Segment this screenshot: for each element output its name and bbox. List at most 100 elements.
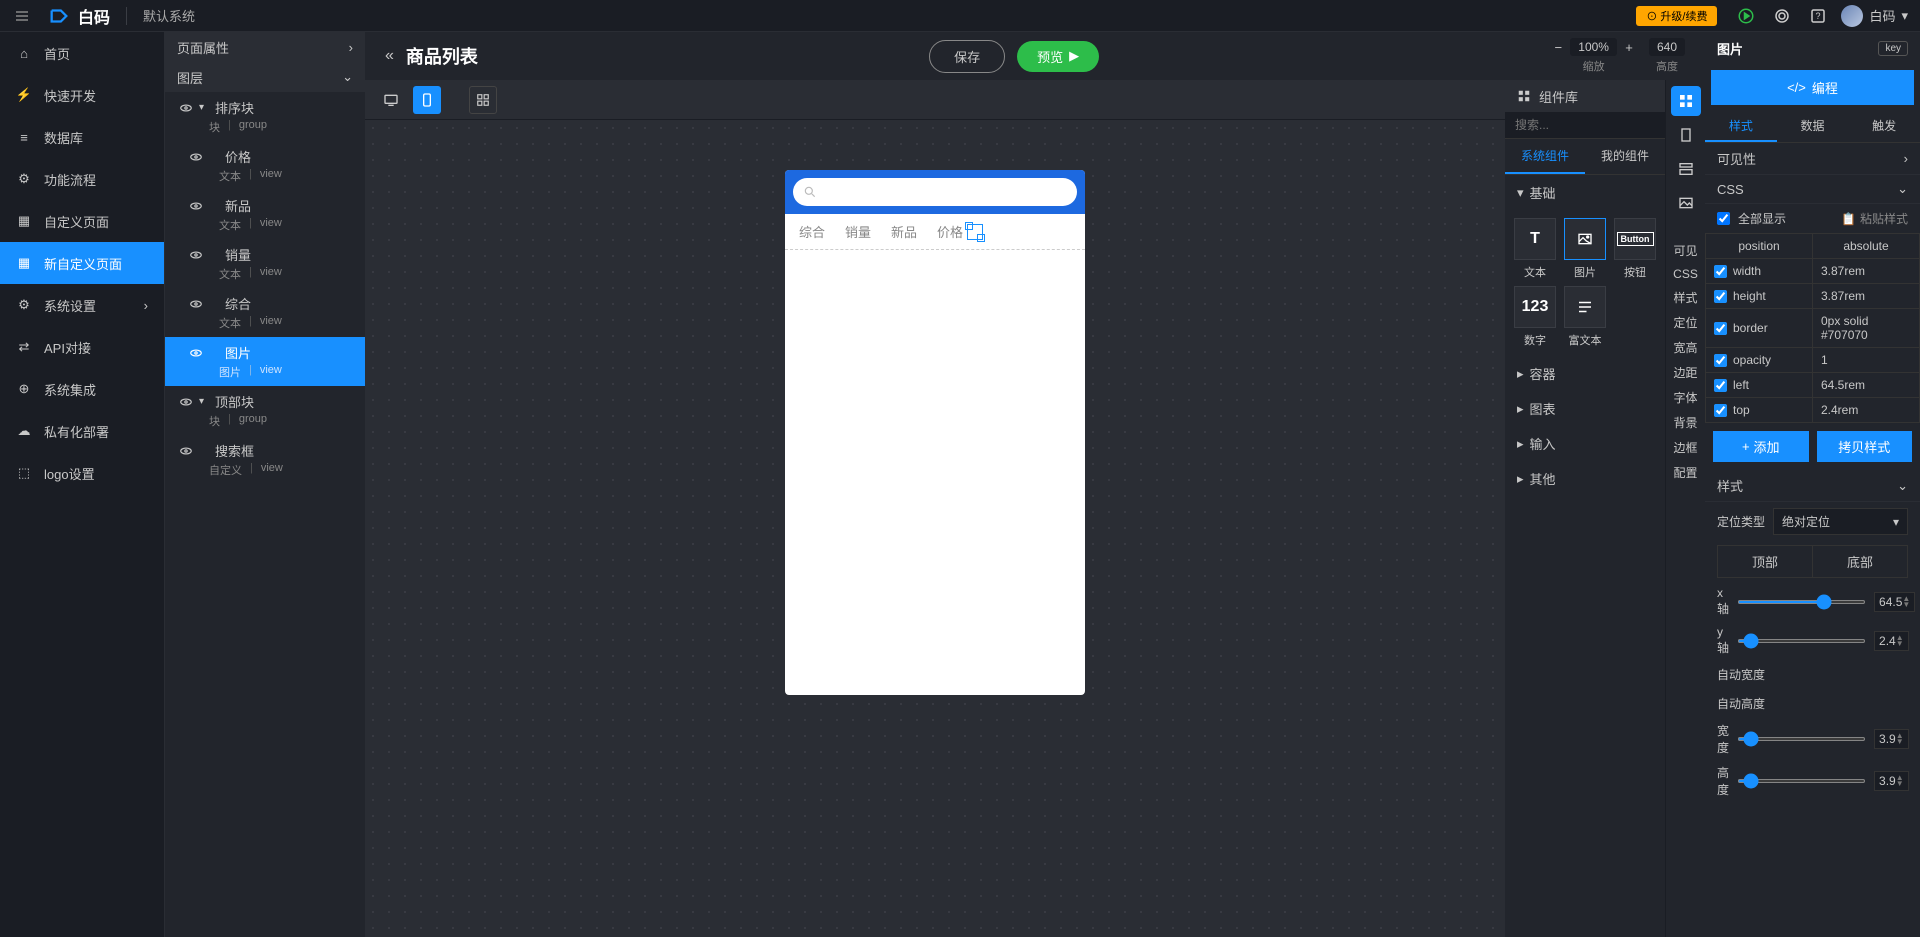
width-value[interactable]: 3.9▲▼ (1874, 729, 1909, 749)
tab-my-components[interactable]: 我的组件 (1585, 139, 1665, 174)
layer-item-4[interactable]: 综合文本|view (165, 288, 365, 337)
anchor-top-button[interactable]: 顶部 (1718, 546, 1813, 577)
save-button[interactable]: 保存 (929, 40, 1005, 73)
preview-button[interactable]: 预览 ▶ (1017, 41, 1099, 72)
rail-配置[interactable]: 配置 (1669, 460, 1703, 485)
eye-icon[interactable] (189, 150, 203, 164)
css-row-border[interactable]: border0px solid #707070 (1706, 309, 1920, 348)
css-checkbox[interactable] (1714, 265, 1727, 278)
nav-item-7[interactable]: ⇄API对接 (0, 326, 164, 368)
mobile-device-button[interactable] (413, 86, 441, 114)
help-icon[interactable]: ? (1805, 3, 1831, 29)
css-checkbox[interactable] (1714, 290, 1727, 303)
component-数字[interactable]: 123数字 (1513, 286, 1557, 348)
section-visibility[interactable]: 可见性 › (1705, 143, 1920, 175)
pos-type-select[interactable]: 绝对定位 ▾ (1773, 508, 1908, 535)
all-show-checkbox[interactable] (1717, 212, 1730, 225)
rail-image-icon[interactable] (1671, 188, 1701, 218)
rail-可见[interactable]: 可见 (1669, 238, 1703, 263)
tab-data[interactable]: 数据 (1777, 111, 1849, 142)
copy-style-button[interactable]: 拷贝样式 (1817, 431, 1913, 462)
nav-item-0[interactable]: ⌂首页 (0, 32, 164, 74)
expand-icon[interactable]: ▾ (199, 396, 209, 407)
page-props-header[interactable]: 页面属性 › (165, 32, 365, 62)
x-axis-slider[interactable] (1737, 600, 1866, 604)
layer-item-6[interactable]: ▾顶部块块|group (165, 386, 365, 435)
nav-item-6[interactable]: ⚙系统设置› (0, 284, 164, 326)
rail-file-icon[interactable] (1671, 120, 1701, 150)
key-badge[interactable]: key (1878, 41, 1908, 56)
rail-宽高[interactable]: 宽高 (1669, 335, 1703, 360)
section-basic[interactable]: ▾ 基础 (1505, 175, 1665, 210)
zoom-value[interactable]: 100% (1570, 38, 1617, 56)
desktop-device-button[interactable] (377, 86, 405, 114)
component-富文本[interactable]: 富文本 (1563, 286, 1607, 348)
layers-header[interactable]: 图层 ⌄ (165, 62, 365, 92)
width-slider[interactable] (1737, 737, 1866, 741)
clock-icon[interactable] (1769, 3, 1795, 29)
height-slider[interactable] (1737, 779, 1866, 783)
section-style[interactable]: 样式 ⌄ (1705, 470, 1920, 502)
auto-height-label[interactable]: 自动高度 (1705, 689, 1920, 718)
nav-item-8[interactable]: ⊕系统集成 (0, 368, 164, 410)
phone-tab-1[interactable]: 综合 (799, 222, 825, 241)
css-checkbox[interactable] (1714, 322, 1727, 335)
component-按钮[interactable]: Button按钮 (1613, 218, 1657, 280)
grid-toggle-button[interactable] (469, 86, 497, 114)
logo[interactable]: 白码 (48, 4, 110, 28)
phone-tab-4[interactable]: 价格 (937, 222, 983, 241)
eye-icon[interactable] (179, 101, 193, 115)
component-图片[interactable]: 图片 (1563, 218, 1607, 280)
eye-icon[interactable] (189, 346, 203, 360)
eye-icon[interactable] (179, 395, 193, 409)
css-row-top[interactable]: top2.4rem (1706, 398, 1920, 423)
rail-grid-icon[interactable] (1671, 86, 1701, 116)
add-css-button[interactable]: +添加 (1713, 431, 1809, 462)
auto-width-label[interactable]: 自动宽度 (1705, 660, 1920, 689)
css-checkbox[interactable] (1714, 404, 1727, 417)
phone-tab-3[interactable]: 新品 (891, 222, 917, 241)
css-checkbox[interactable] (1714, 379, 1727, 392)
rail-边距[interactable]: 边距 (1669, 360, 1703, 385)
user-menu[interactable]: 白码 ▾ (1841, 5, 1908, 27)
nav-item-2[interactable]: ≡数据库 (0, 116, 164, 158)
nav-item-5[interactable]: ▦新自定义页面 (0, 242, 164, 284)
y-axis-value[interactable]: 2.4▲▼ (1874, 631, 1909, 651)
play-icon[interactable] (1733, 3, 1759, 29)
css-row-position[interactable]: positionabsolute (1706, 234, 1920, 259)
section-其他[interactable]: ▸其他 (1505, 461, 1665, 496)
layer-item-0[interactable]: ▾排序块块|group (165, 92, 365, 141)
rail-CSS[interactable]: CSS (1669, 263, 1703, 285)
nav-item-3[interactable]: ⚙功能流程 (0, 158, 164, 200)
tab-style[interactable]: 样式 (1705, 111, 1777, 142)
system-name[interactable]: 默认系统 (143, 6, 195, 25)
layer-item-5[interactable]: 图片图片|view (165, 337, 365, 386)
rail-字体[interactable]: 字体 (1669, 385, 1703, 410)
phone-tab-2[interactable]: 销量 (845, 222, 871, 241)
nav-item-4[interactable]: ▦自定义页面 (0, 200, 164, 242)
phone-frame[interactable]: 综合 销量 新品 价格 (785, 170, 1085, 695)
rail-背景[interactable]: 背景 (1669, 410, 1703, 435)
rail-边框[interactable]: 边框 (1669, 435, 1703, 460)
eye-icon[interactable] (179, 444, 193, 458)
component-文本[interactable]: T文本 (1513, 218, 1557, 280)
section-css[interactable]: CSS ⌄ (1705, 175, 1920, 204)
phone-search-input[interactable] (793, 178, 1077, 206)
css-checkbox[interactable] (1714, 354, 1727, 367)
zoom-out-button[interactable]: − (1550, 40, 1566, 55)
expand-icon[interactable]: ▾ (199, 102, 209, 113)
zoom-in-button[interactable]: + (1621, 40, 1637, 55)
rail-样式[interactable]: 样式 (1669, 285, 1703, 310)
program-button[interactable]: </> 编程 (1711, 70, 1914, 105)
css-row-opacity[interactable]: opacity1 (1706, 348, 1920, 373)
menu-icon[interactable] (12, 6, 32, 26)
layer-item-2[interactable]: 新品文本|view (165, 190, 365, 239)
css-row-height[interactable]: height3.87rem (1706, 284, 1920, 309)
nav-item-10[interactable]: ⬚logo设置 (0, 452, 164, 494)
component-search-input[interactable] (1505, 112, 1680, 138)
css-row-width[interactable]: width3.87rem (1706, 259, 1920, 284)
anchor-bottom-button[interactable]: 底部 (1813, 546, 1907, 577)
height-value2[interactable]: 3.9▲▼ (1874, 771, 1909, 791)
upgrade-button[interactable]: ⊙ 升级/续费 (1636, 6, 1717, 26)
nav-item-1[interactable]: ⚡快速开发 (0, 74, 164, 116)
